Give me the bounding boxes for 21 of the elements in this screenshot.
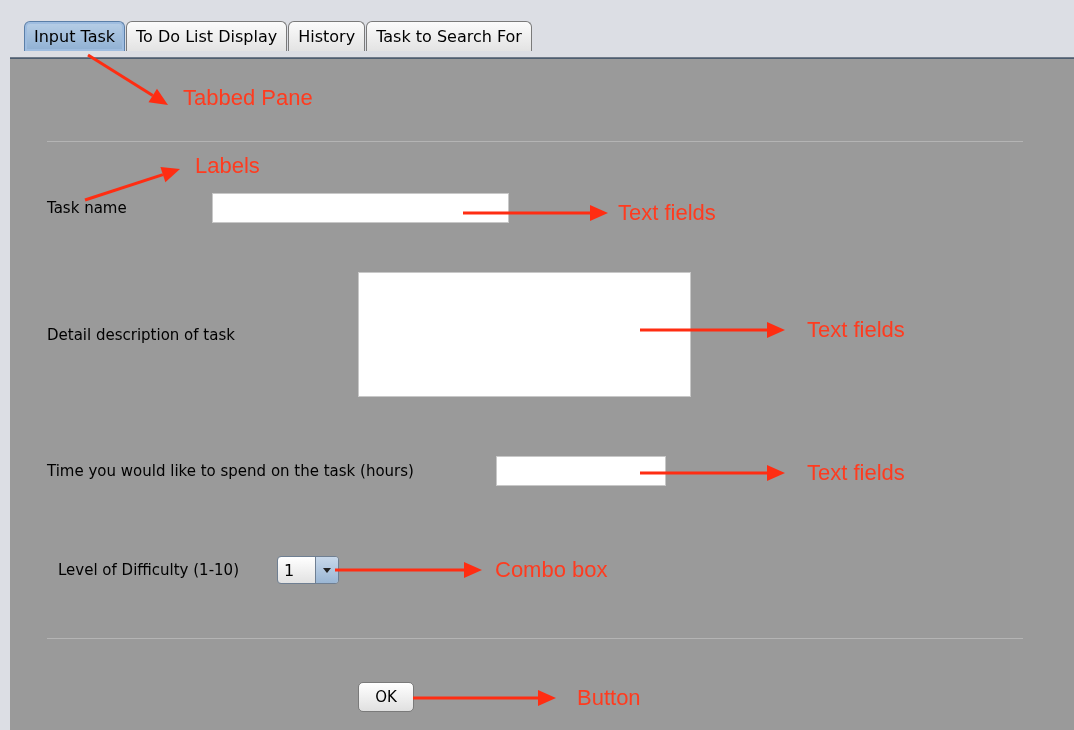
annotation-label: Text fields	[618, 199, 716, 227]
ok-button[interactable]: OK	[358, 682, 414, 712]
tab[interactable]: Input Task	[24, 21, 126, 51]
annotation-label: Text fields	[807, 459, 905, 487]
field-label: Detail description of task	[47, 325, 236, 344]
text-field[interactable]	[496, 456, 666, 486]
tab[interactable]: History	[288, 21, 366, 51]
field-label: Time you would like to spend on the task (hours)	[47, 462, 415, 480]
annotation-label: Tabbed Pane	[183, 84, 313, 112]
annotation-label: Labels	[195, 152, 260, 180]
text-field[interactable]	[212, 193, 509, 223]
tab[interactable]: To Do List Display	[126, 21, 288, 51]
annotation-label: Button	[577, 684, 641, 712]
annotation-label: Text fields	[807, 316, 905, 344]
caret-icon	[323, 567, 331, 573]
combo-box[interactable]: 1	[277, 556, 339, 584]
field-label: Level of Difficulty (1-10)	[57, 561, 240, 579]
tab[interactable]: Task to Search For	[366, 21, 532, 51]
text-area[interactable]	[358, 272, 691, 397]
annotation-label: Combo box	[495, 556, 608, 584]
field-label: Task name	[47, 199, 128, 217]
